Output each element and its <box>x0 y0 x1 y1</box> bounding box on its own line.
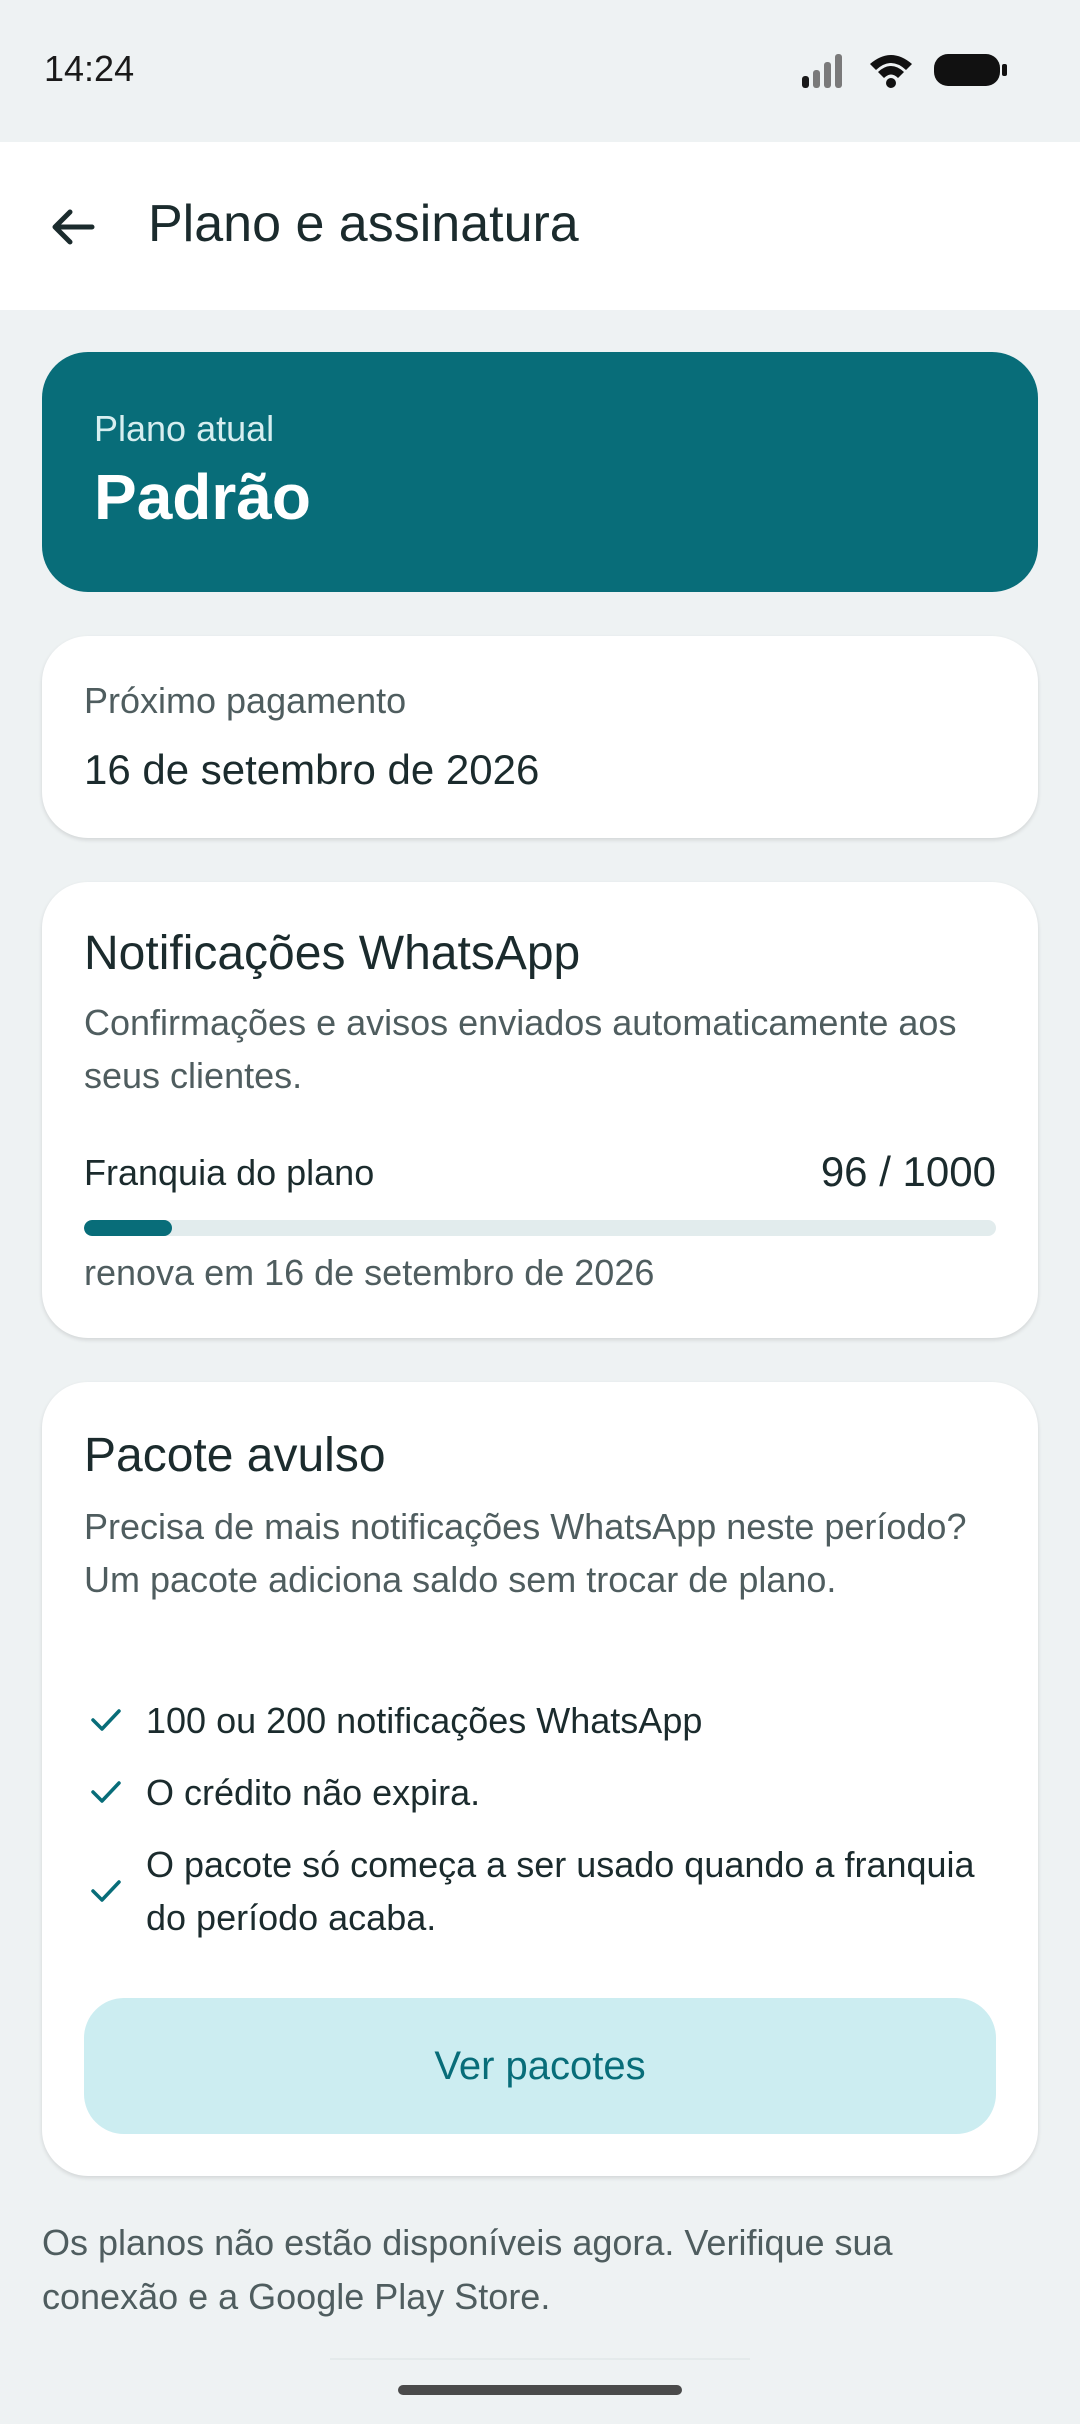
package-title: Pacote avulso <box>84 1429 386 1482</box>
status-time: 14:24 <box>44 48 135 89</box>
current-plan-card: Plano atual Padrão <box>42 352 1038 592</box>
extra-package-card: Pacote avulso Precisa de mais notificaçõ… <box>42 1382 1038 2176</box>
plan-name: Padrão <box>94 461 311 533</box>
next-payment-date: 16 de setembro de 2026 <box>84 746 540 793</box>
top-app-bar: Plano e assinatura <box>0 142 1080 310</box>
whatsapp-notifications-card: Notificações WhatsApp Confirmações e avi… <box>42 882 1038 1338</box>
home-indicator[interactable] <box>398 2385 682 2395</box>
signal-icon <box>802 54 842 88</box>
check-icon <box>91 1709 121 1731</box>
view-packages-button[interactable]: Ver pacotes <box>84 1998 996 2134</box>
arrow-back-icon <box>52 209 95 245</box>
benefits-list: 100 ou 200 notificações WhatsApp O crédi… <box>84 1694 996 1963</box>
benefit-text: O crédito não expira. <box>146 1772 481 1813</box>
plans-unavailable-note: Os planos não estão disponíveis agora. V… <box>42 2222 893 2317</box>
check-icon <box>91 1781 121 1803</box>
status-bar: 14:24 <box>0 0 1080 142</box>
quota-progress-fill <box>84 1220 172 1236</box>
wifi-icon <box>870 55 912 88</box>
plan-label: Plano atual <box>94 408 275 449</box>
status-icons <box>802 50 1008 90</box>
package-description: Precisa de mais notificações WhatsApp ne… <box>84 1506 967 1600</box>
quota-value: 96 / 1000 <box>820 1148 996 1195</box>
renewal-text: renova em 16 de setembro de 2026 <box>84 1252 655 1293</box>
quota-progress-bar <box>84 1220 996 1236</box>
battery-icon <box>934 54 1007 86</box>
quota-label: Franquia do plano <box>84 1152 375 1193</box>
benefit-text: 100 ou 200 notificações WhatsApp <box>146 1700 703 1741</box>
next-payment-label: Próximo pagamento <box>84 680 407 721</box>
benefit-item: O crédito não expira. <box>84 1766 996 1819</box>
back-button[interactable] <box>38 192 108 262</box>
benefit-item: O pacote só começa a ser usado quando a … <box>84 1838 996 1944</box>
whatsapp-description: Confirmações e avisos enviados automatic… <box>84 1002 957 1096</box>
page-title: Plano e assinatura <box>148 195 579 253</box>
benefit-text: O pacote só começa a ser usado quando a … <box>146 1844 975 1938</box>
benefit-item: 100 ou 200 notificações WhatsApp <box>84 1694 996 1747</box>
bottom-divider <box>330 2358 750 2360</box>
whatsapp-title: Notificações WhatsApp <box>84 927 581 980</box>
next-payment-card: Próximo pagamento 16 de setembro de 2026 <box>42 636 1038 838</box>
check-icon <box>91 1880 121 1902</box>
